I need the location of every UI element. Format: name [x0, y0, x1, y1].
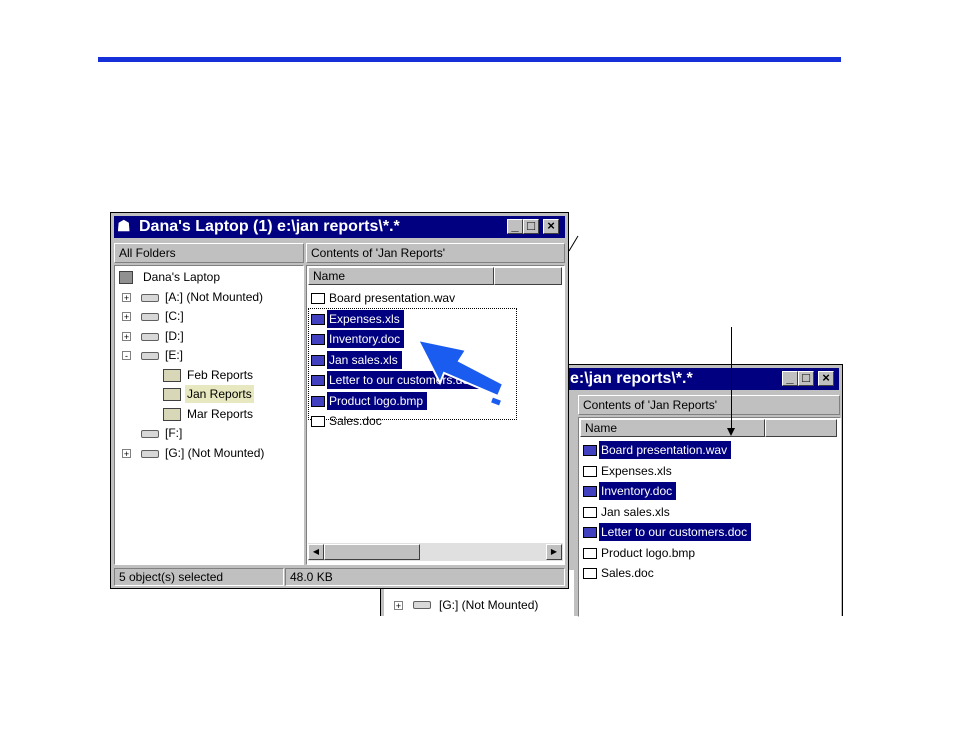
back-name-column-header[interactable]: Name — [580, 419, 765, 437]
status-size: 48.0 KB — [285, 568, 565, 586]
tree-item-label[interactable]: [D:] — [163, 327, 186, 345]
file-icon — [311, 416, 325, 427]
expander-icon[interactable]: - — [122, 351, 131, 361]
maximize-button[interactable]: □ — [798, 370, 814, 386]
file-item[interactable]: Inventory.doc — [599, 482, 677, 500]
scroll-right-button[interactable]: ▶ — [546, 544, 562, 560]
header-accent-bar — [98, 57, 841, 62]
tree-item-label[interactable]: Feb Reports — [185, 366, 255, 384]
network-drive-icon — [413, 601, 431, 609]
close-icon: × — [547, 218, 555, 233]
file-item[interactable]: Board presentation.wav — [327, 289, 457, 307]
maximize-icon: □ — [802, 370, 810, 385]
laptop-icon — [119, 271, 133, 284]
tree-item-label[interactable]: [E:] — [163, 346, 185, 364]
back-column-header-blank[interactable] — [765, 419, 837, 437]
back-file-list[interactable]: Name Board presentation.wav Expenses.xls I… — [578, 417, 841, 617]
back-window-title: e:\jan reports\*.* — [570, 370, 693, 387]
back-contents-header: Contents of 'Jan Reports' — [578, 395, 840, 415]
file-icon — [583, 465, 597, 477]
minimize-icon: _ — [511, 218, 519, 233]
minimize-button[interactable]: _ — [507, 218, 523, 234]
drive-icon — [141, 352, 159, 360]
file-item[interactable]: Letter to our customers.doc — [327, 371, 480, 389]
file-item[interactable]: Letter to our customers.doc — [599, 523, 752, 541]
folder-icon — [163, 368, 181, 382]
window-title-bar[interactable]: ☗ Dana's Laptop (1) e:\jan reports\*.* _… — [114, 216, 565, 238]
network-drive-icon — [141, 449, 159, 458]
explorer-window: ☗ Dana's Laptop (1) e:\jan reports\*.* _… — [110, 212, 569, 589]
expander-icon[interactable]: + — [122, 331, 131, 341]
file-item[interactable]: Board presentation.wav — [599, 441, 732, 459]
tree-item-label[interactable]: [G:] (Not Mounted) — [437, 596, 540, 614]
file-icon — [311, 293, 325, 304]
file-item[interactable]: Product logo.bmp — [327, 391, 428, 410]
file-item[interactable]: Inventory.doc — [327, 330, 405, 348]
folder-tree[interactable]: Dana's Laptop + [A:] (Not Mounted) + [C:] + [D… — [114, 265, 304, 565]
file-icon — [583, 486, 597, 497]
tree-item-label[interactable]: Jan Reports — [185, 385, 254, 403]
tree-item-label[interactable]: Dana's Laptop — [141, 268, 222, 286]
tree-item-label[interactable]: Mar Reports — [185, 405, 255, 423]
contents-header: Contents of 'Jan Reports' — [306, 243, 565, 263]
horizontal-scrollbar[interactable]: ◀ ▶ — [308, 543, 563, 561]
expander-icon[interactable]: + — [122, 312, 131, 322]
file-list[interactable]: Name ◀ ▶ Board presentation.wav Expenses.… — [306, 265, 565, 565]
file-icon — [583, 506, 597, 518]
annotation-arrowhead — [727, 428, 735, 436]
file-icon — [583, 445, 597, 456]
column-header-blank[interactable] — [494, 267, 562, 285]
app-icon: ☗ — [117, 218, 131, 235]
file-icon — [311, 313, 325, 325]
annotation-line — [731, 327, 732, 430]
drive-icon — [141, 332, 159, 341]
maximize-icon: □ — [527, 218, 535, 233]
open-folder-icon — [163, 388, 181, 401]
file-icon — [311, 395, 325, 407]
file-icon — [583, 527, 597, 538]
expander-icon[interactable]: + — [394, 601, 403, 611]
expander-icon[interactable]: + — [122, 448, 131, 458]
file-item[interactable]: Sales.doc — [599, 564, 656, 582]
tree-item-label[interactable]: [G:] (Not Mounted) — [163, 444, 266, 462]
drive-icon — [141, 293, 159, 302]
expander-icon[interactable]: + — [122, 292, 131, 302]
status-selected-count: 5 object(s) selected — [114, 568, 284, 586]
tree-item-label[interactable]: [A:] (Not Mounted) — [163, 288, 265, 306]
minimize-button[interactable]: _ — [782, 370, 798, 386]
all-folders-header: All Folders — [114, 243, 304, 263]
file-item[interactable]: Jan sales.xls — [599, 503, 672, 521]
file-item[interactable]: Expenses.xls — [327, 309, 404, 328]
file-item[interactable]: Product logo.bmp — [599, 544, 697, 562]
file-item[interactable]: Jan sales.xls — [327, 350, 402, 369]
file-icon — [311, 375, 325, 386]
maximize-button[interactable]: □ — [523, 218, 539, 234]
drive-icon — [141, 313, 159, 321]
tree-item-label[interactable]: [C:] — [163, 307, 186, 325]
folder-icon — [163, 407, 181, 421]
file-icon — [583, 568, 597, 579]
drive-icon — [141, 430, 159, 438]
scroll-thumb[interactable] — [324, 544, 420, 560]
close-button[interactable]: × — [543, 218, 559, 234]
file-item[interactable]: Sales.doc — [327, 412, 384, 430]
scroll-left-button[interactable]: ◀ — [308, 544, 324, 560]
minimize-icon: _ — [786, 370, 794, 385]
tree-item-label[interactable]: [F:] — [163, 424, 184, 442]
window-title: Dana's Laptop (1) e:\jan reports\*.* — [139, 218, 400, 235]
file-icon — [583, 547, 597, 559]
file-icon — [311, 354, 325, 366]
file-item[interactable]: Expenses.xls — [599, 462, 674, 480]
name-column-header[interactable]: Name — [308, 267, 494, 285]
file-icon — [311, 334, 325, 345]
close-button[interactable]: × — [818, 370, 834, 386]
close-icon: × — [822, 370, 830, 385]
